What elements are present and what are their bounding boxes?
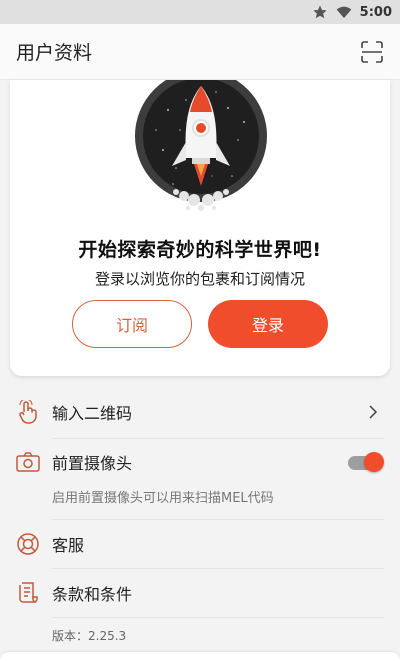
version-row: 版本：2.25.3 [0,618,400,652]
settings-list: 输入二维码 前置摄像头 启用前置摄像头可以用来扫描MEL代码 客服 条款和条件 … [0,386,400,652]
front-camera-item: 前置摄像头 [0,439,400,485]
version-text: 版本：2.25.3 [52,628,127,643]
login-button[interactable]: 登录 [208,300,328,348]
front-camera-label: 前置摄像头 [52,454,133,473]
status-time: 5:00 [359,4,392,20]
scan-icon [361,40,383,63]
chevron-right-icon [369,405,378,419]
subscribe-button[interactable]: 订阅 [72,300,192,348]
page-title: 用户资料 [16,42,93,64]
terms-item[interactable]: 条款和条件 [0,569,400,617]
support-item[interactable]: 客服 [0,520,400,568]
promo-subtext: 登录以浏览你的包裹和订阅情况 [94,270,305,288]
app-bar: 用户资料 [0,24,400,80]
tap-hand-icon [16,400,40,424]
camera-icon [16,450,40,474]
document-icon [16,581,40,605]
status-bar: 5:00 [0,0,400,24]
lifebuoy-icon [16,532,40,556]
enter-code-item[interactable]: 输入二维码 [0,386,400,438]
wifi-icon [336,6,351,18]
support-label: 客服 [52,536,85,555]
star-icon [312,5,327,19]
login-promo-card: 开始探索奇妙的科学世界吧! 登录以浏览你的包裹和订阅情况 订阅 登录 [10,70,390,376]
front-camera-hint: 启用前置摄像头可以用来扫描MEL代码 [52,491,274,506]
scan-button[interactable] [360,40,384,64]
rocket-illustration [128,70,274,220]
rocket-icon [135,70,267,211]
front-camera-toggle[interactable] [348,451,384,473]
promo-headline: 开始探索奇妙的科学世界吧! [78,239,322,261]
bottom-sheet-edge [0,652,400,661]
toggle-thumb [364,452,384,472]
terms-label: 条款和条件 [52,585,133,604]
enter-code-label: 输入二维码 [52,404,133,423]
front-camera-hint-row: 启用前置摄像头可以用来扫描MEL代码 [0,485,400,511]
